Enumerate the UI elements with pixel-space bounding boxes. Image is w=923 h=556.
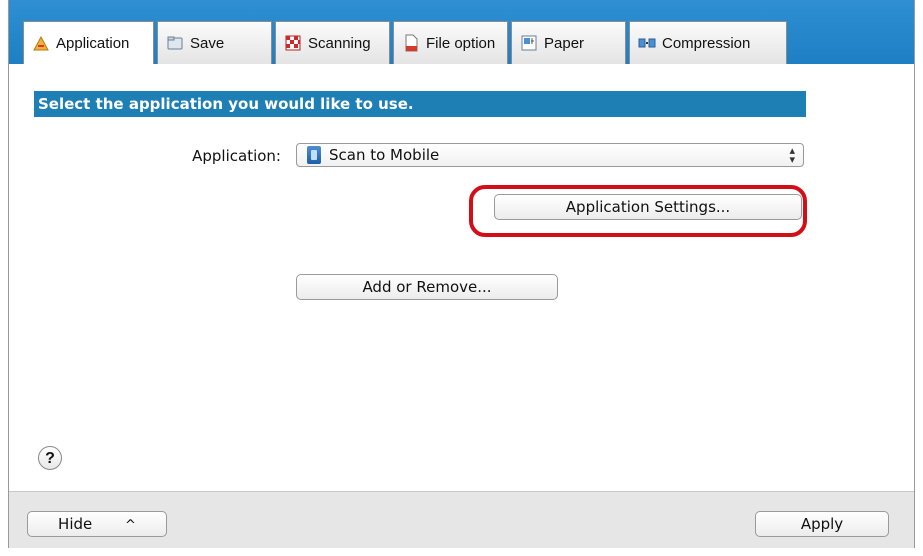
tab-compression[interactable]: Compression bbox=[629, 21, 787, 64]
tab-paper[interactable]: Paper bbox=[511, 21, 626, 64]
application-select-value: Scan to Mobile bbox=[329, 146, 440, 164]
paper-icon bbox=[520, 34, 538, 52]
application-icon bbox=[32, 34, 50, 52]
scansnap-settings-window: Application Save Scanning File option Pa bbox=[8, 0, 915, 548]
stepper-arrows-icon: ▴ ▾ bbox=[789, 144, 795, 166]
add-or-remove-button[interactable]: Add or Remove... bbox=[296, 274, 558, 300]
hide-button-label: Hide bbox=[58, 515, 93, 533]
tab-save[interactable]: Save bbox=[157, 21, 272, 64]
save-folder-icon bbox=[166, 34, 184, 52]
hide-button[interactable]: Hide ^ bbox=[27, 511, 167, 537]
tab-bar: Application Save Scanning File option Pa bbox=[9, 0, 914, 64]
tab-scanning[interactable]: Scanning bbox=[275, 21, 390, 64]
highlight-annotation bbox=[469, 185, 807, 237]
file-option-icon bbox=[402, 34, 420, 52]
footer-bar: Hide ^ Apply bbox=[9, 491, 914, 548]
scanning-icon bbox=[284, 34, 302, 52]
application-label: Application: bbox=[192, 147, 281, 165]
apply-button[interactable]: Apply bbox=[755, 511, 889, 537]
chevron-up-icon: ^ bbox=[125, 518, 136, 533]
application-panel: Select the application you would like to… bbox=[9, 64, 914, 491]
scan-to-mobile-icon bbox=[307, 146, 321, 164]
section-banner: Select the application you would like to… bbox=[34, 91, 806, 117]
help-button[interactable]: ? bbox=[38, 446, 62, 470]
application-select[interactable]: Scan to Mobile ▴ ▾ bbox=[296, 143, 804, 167]
tab-file-option[interactable]: File option bbox=[393, 21, 508, 64]
tab-application[interactable]: Application bbox=[23, 21, 154, 64]
compression-icon bbox=[638, 34, 656, 52]
